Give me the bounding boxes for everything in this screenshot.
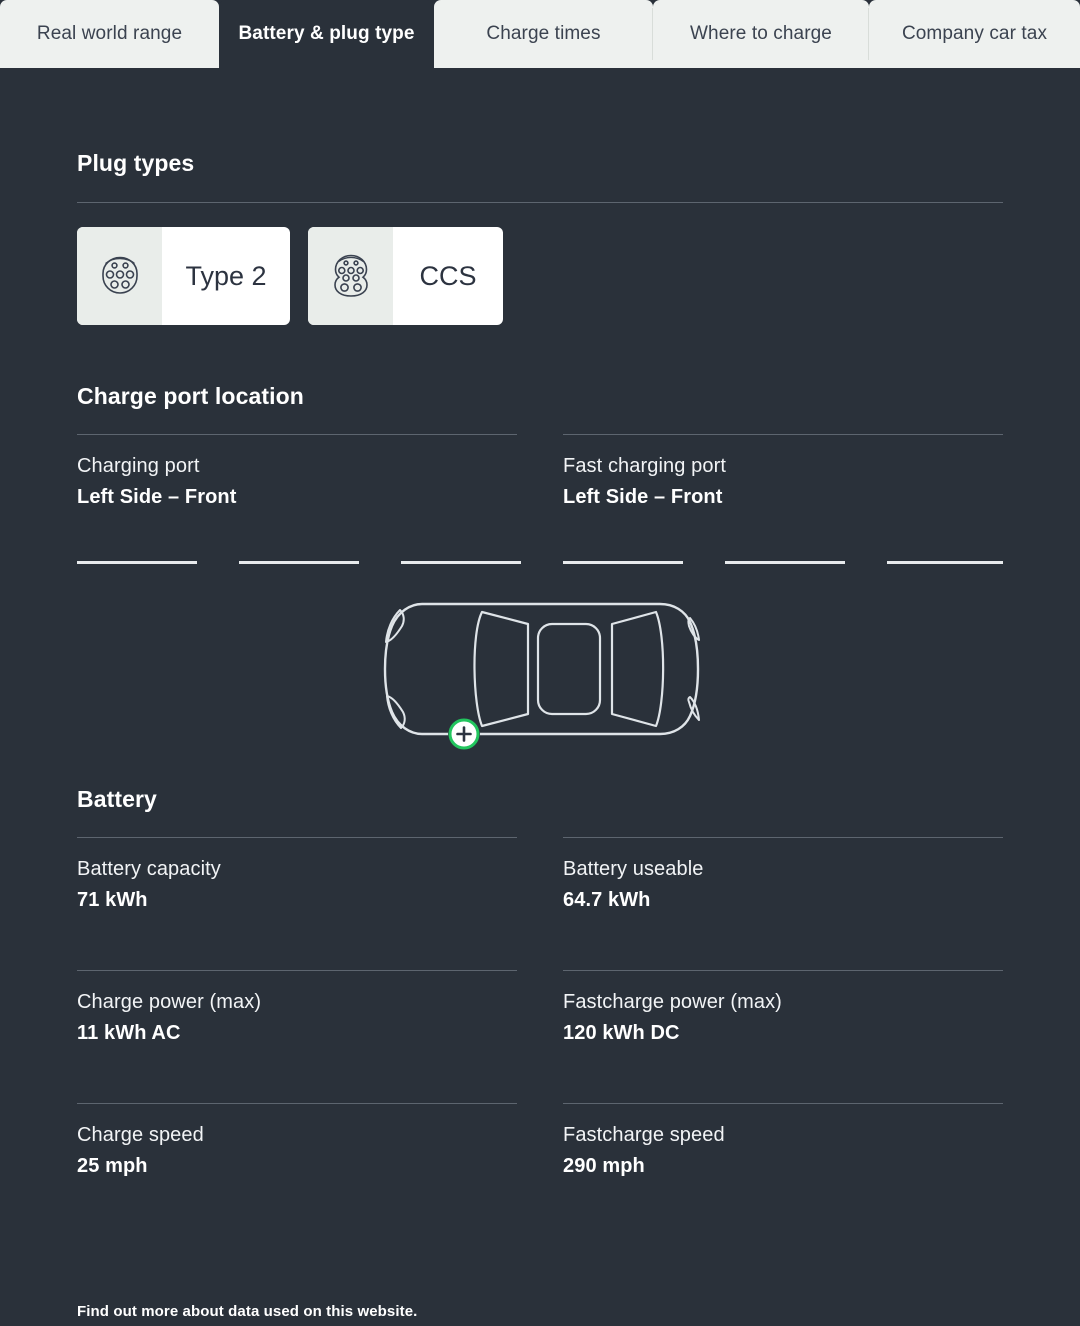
field-charge-speed: Charge speed 25 mph xyxy=(77,1103,517,1178)
plug-type-label: CCS xyxy=(419,260,477,291)
field-battery-useable: Battery useable 64.7 kWh xyxy=(563,837,1003,912)
field-fastcharge-speed: Fastcharge speed 290 mph xyxy=(563,1103,1003,1178)
field-rule xyxy=(77,837,517,838)
tab-charge-times[interactable]: Charge times xyxy=(434,0,653,68)
tab-battery-plug-type[interactable]: Battery & plug type xyxy=(219,0,434,68)
data-info-link[interactable]: Find out more about data used on this we… xyxy=(77,1303,417,1320)
field-label: Fastcharge speed xyxy=(563,1124,725,1146)
plug-type-card-list: Type 2 CCS xyxy=(77,227,1003,325)
field-value: 71 kWh xyxy=(77,889,148,911)
field-value: 25 mph xyxy=(77,1155,148,1177)
field-label: Fastcharge power (max) xyxy=(563,991,782,1013)
field-value: 120 kWh DC xyxy=(563,1022,680,1044)
dashed-separator xyxy=(77,561,1003,564)
field-label: Charge speed xyxy=(77,1124,204,1146)
field-rule xyxy=(77,1103,517,1104)
tab-label: Company car tax xyxy=(901,23,1048,44)
charge-port-marker xyxy=(448,718,480,750)
battery-heading: Battery xyxy=(77,786,157,812)
tab-bar: Real world range Battery & plug type Cha… xyxy=(0,0,1080,68)
battery-plug-type-page: Real world range Battery & plug type Cha… xyxy=(0,0,1080,1326)
field-fastcharge-power-max: Fastcharge power (max) 120 kWh DC xyxy=(563,970,1003,1045)
field-label: Charging port xyxy=(77,455,200,477)
field-value: Left Side – Front xyxy=(563,486,723,508)
field-fast-charging-port: Fast charging port Left Side – Front xyxy=(563,434,1003,509)
plug-types-heading: Plug types xyxy=(77,150,195,176)
page-content: Plug types Type 2 CCS Charge port locati… xyxy=(0,150,1080,1178)
tab-label: Real world range xyxy=(36,23,183,44)
field-label: Fast charging port xyxy=(563,455,726,477)
field-rule xyxy=(563,1103,1003,1104)
field-rule xyxy=(563,837,1003,838)
plug-type-label: Type 2 xyxy=(185,260,267,291)
field-charging-port: Charging port Left Side – Front xyxy=(77,434,517,509)
field-rule xyxy=(77,970,517,971)
battery-row: Battery capacity 71 kWh Battery useable … xyxy=(77,837,1003,912)
tab-real-world-range[interactable]: Real world range xyxy=(0,0,219,68)
tab-label: Battery & plug type xyxy=(238,23,415,44)
field-value: Left Side – Front xyxy=(77,486,237,508)
charge-port-fields: Charging port Left Side – Front Fast cha… xyxy=(77,434,1003,509)
plug-type-card-ccs[interactable]: CCS xyxy=(308,227,503,325)
plug-types-rule xyxy=(77,202,1003,203)
field-rule xyxy=(563,970,1003,971)
field-label: Battery useable xyxy=(563,858,704,880)
charge-port-location-heading: Charge port location xyxy=(77,383,304,409)
battery-row: Charge power (max) 11 kWh AC Fastcharge … xyxy=(77,970,1003,1045)
field-rule xyxy=(563,434,1003,435)
tab-where-to-charge[interactable]: Where to charge xyxy=(653,0,869,68)
plug-type-card-type-2[interactable]: Type 2 xyxy=(77,227,290,325)
field-charge-power-max: Charge power (max) 11 kWh AC xyxy=(77,970,517,1045)
ccs-plug-icon xyxy=(308,227,393,325)
field-label: Charge power (max) xyxy=(77,991,262,1013)
field-label: Battery capacity xyxy=(77,858,221,880)
field-rule xyxy=(77,434,517,435)
car-top-view-diagram xyxy=(77,574,1003,764)
tab-company-car-tax[interactable]: Company car tax xyxy=(869,0,1080,68)
battery-fields: Battery capacity 71 kWh Battery useable … xyxy=(77,837,1003,1178)
field-value: 64.7 kWh xyxy=(563,889,651,911)
field-battery-capacity: Battery capacity 71 kWh xyxy=(77,837,517,912)
field-value: 11 kWh AC xyxy=(77,1022,181,1044)
field-value: 290 mph xyxy=(563,1155,645,1177)
tab-label: Charge times xyxy=(486,23,601,44)
type2-plug-icon xyxy=(77,227,162,325)
battery-row: Charge speed 25 mph Fastcharge speed 290… xyxy=(77,1103,1003,1178)
tab-label: Where to charge xyxy=(690,23,832,44)
